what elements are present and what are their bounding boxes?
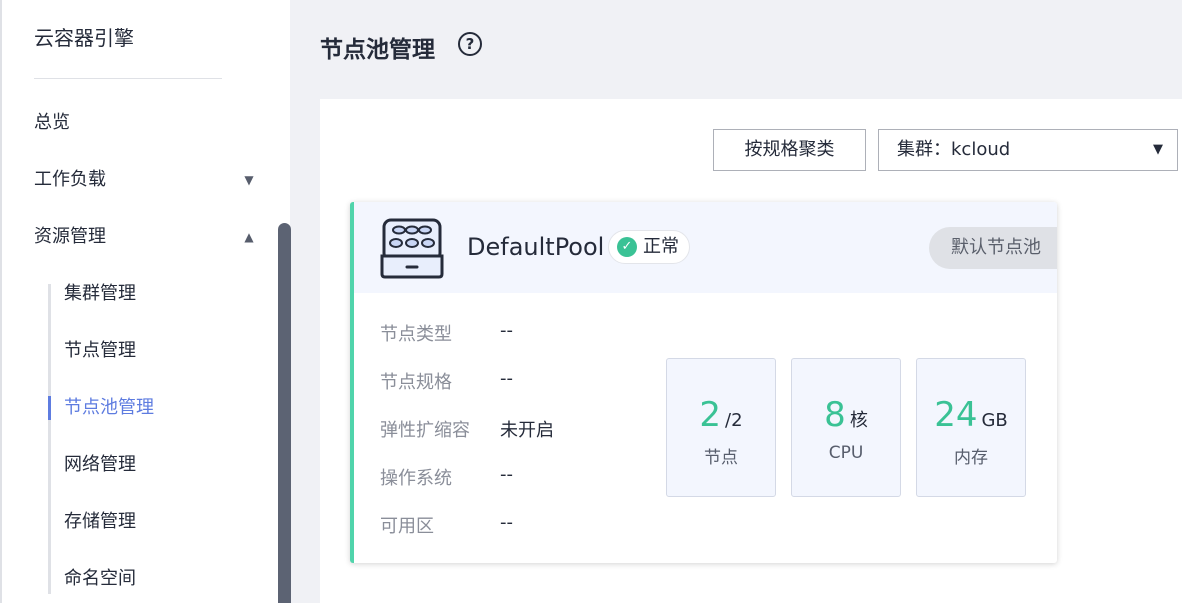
info-label-node-type: 节点类型 bbox=[380, 324, 452, 345]
sidebar-item-label: 总览 bbox=[34, 112, 70, 133]
sidebar: 云容器引擎 总览 工作负载 ▼ 资源管理 ▲ 集群管理 节点管理 节点池管理 网… bbox=[0, 0, 291, 603]
stat-nodes: 2/2 节点 bbox=[666, 358, 776, 497]
cluster-select[interactable]: 集群：kcloud ▼ bbox=[878, 129, 1178, 171]
status-text: 正常 bbox=[643, 236, 679, 257]
info-label-autoscaling: 弹性扩缩容 bbox=[380, 420, 470, 441]
info-label-node-spec: 节点规格 bbox=[380, 372, 452, 393]
sidebar-item-node-pools[interactable]: 节点池管理 bbox=[64, 393, 154, 423]
stat-label: 内存 bbox=[954, 448, 988, 468]
info-value-node-spec: -- bbox=[500, 368, 513, 389]
active-indicator bbox=[48, 396, 51, 420]
sidebar-item-namespaces[interactable]: 命名空间 bbox=[64, 564, 136, 594]
sidebar-item-nodes[interactable]: 节点管理 bbox=[64, 336, 136, 366]
app-title: 云容器引擎 bbox=[34, 26, 134, 50]
card-header: DefaultPool ✓ 正常 默认节点池 bbox=[354, 202, 1057, 293]
stat-value: 8 bbox=[824, 395, 846, 435]
pool-name[interactable]: DefaultPool bbox=[467, 233, 604, 261]
submenu-guide-line bbox=[48, 284, 51, 594]
chevron-up-icon: ▲ bbox=[244, 230, 254, 244]
check-circle-icon: ✓ bbox=[617, 237, 637, 257]
stat-unit: GB bbox=[981, 410, 1008, 431]
sidebar-item-network[interactable]: 网络管理 bbox=[64, 450, 136, 480]
stat-value: 24 bbox=[934, 395, 978, 435]
chevron-down-icon: ▼ bbox=[244, 173, 254, 187]
status-badge: ✓ 正常 bbox=[608, 230, 690, 264]
sidebar-item-workloads[interactable]: 工作负载 ▼ bbox=[34, 165, 264, 195]
stat-unit: /2 bbox=[725, 410, 743, 431]
info-value-autoscaling: 未开启 bbox=[500, 420, 554, 441]
chevron-down-icon: ▼ bbox=[1153, 142, 1163, 157]
default-pool-tag: 默认节点池 bbox=[929, 227, 1057, 269]
node-pool-card[interactable]: DefaultPool ✓ 正常 默认节点池 节点类型 -- 节点规格 -- 弹… bbox=[350, 202, 1057, 563]
cluster-select-value: 集群：kcloud bbox=[897, 139, 1011, 160]
sidebar-item-storage[interactable]: 存储管理 bbox=[64, 507, 136, 537]
stat-label: CPU bbox=[828, 443, 864, 463]
info-label-os: 操作系统 bbox=[380, 468, 452, 489]
info-value-zone: -- bbox=[500, 512, 513, 533]
page-title: 节点池管理 bbox=[320, 37, 435, 63]
sidebar-item-label: 资源管理 bbox=[34, 226, 106, 247]
sidebar-divider bbox=[34, 78, 222, 79]
group-by-spec-button[interactable]: 按规格聚类 bbox=[713, 129, 866, 171]
stat-unit: 核 bbox=[849, 410, 868, 431]
sidebar-item-clusters[interactable]: 集群管理 bbox=[64, 279, 136, 309]
info-label-zone: 可用区 bbox=[380, 516, 434, 537]
stat-label: 节点 bbox=[704, 448, 738, 468]
sidebar-item-resources[interactable]: 资源管理 ▲ bbox=[34, 222, 264, 252]
stat-memory: 24 GB 内存 bbox=[916, 358, 1026, 497]
stat-cpu: 8核 CPU bbox=[791, 358, 901, 497]
info-value-os: -- bbox=[500, 464, 513, 485]
help-icon[interactable]: ? bbox=[458, 32, 482, 56]
sidebar-item-label: 工作负载 bbox=[34, 169, 106, 190]
sidebar-item-overview[interactable]: 总览 bbox=[34, 108, 264, 138]
stat-value: 2 bbox=[699, 395, 722, 435]
info-value-node-type: -- bbox=[500, 320, 513, 341]
sidebar-scrollbar[interactable] bbox=[278, 223, 291, 603]
node-pool-icon bbox=[380, 218, 444, 279]
